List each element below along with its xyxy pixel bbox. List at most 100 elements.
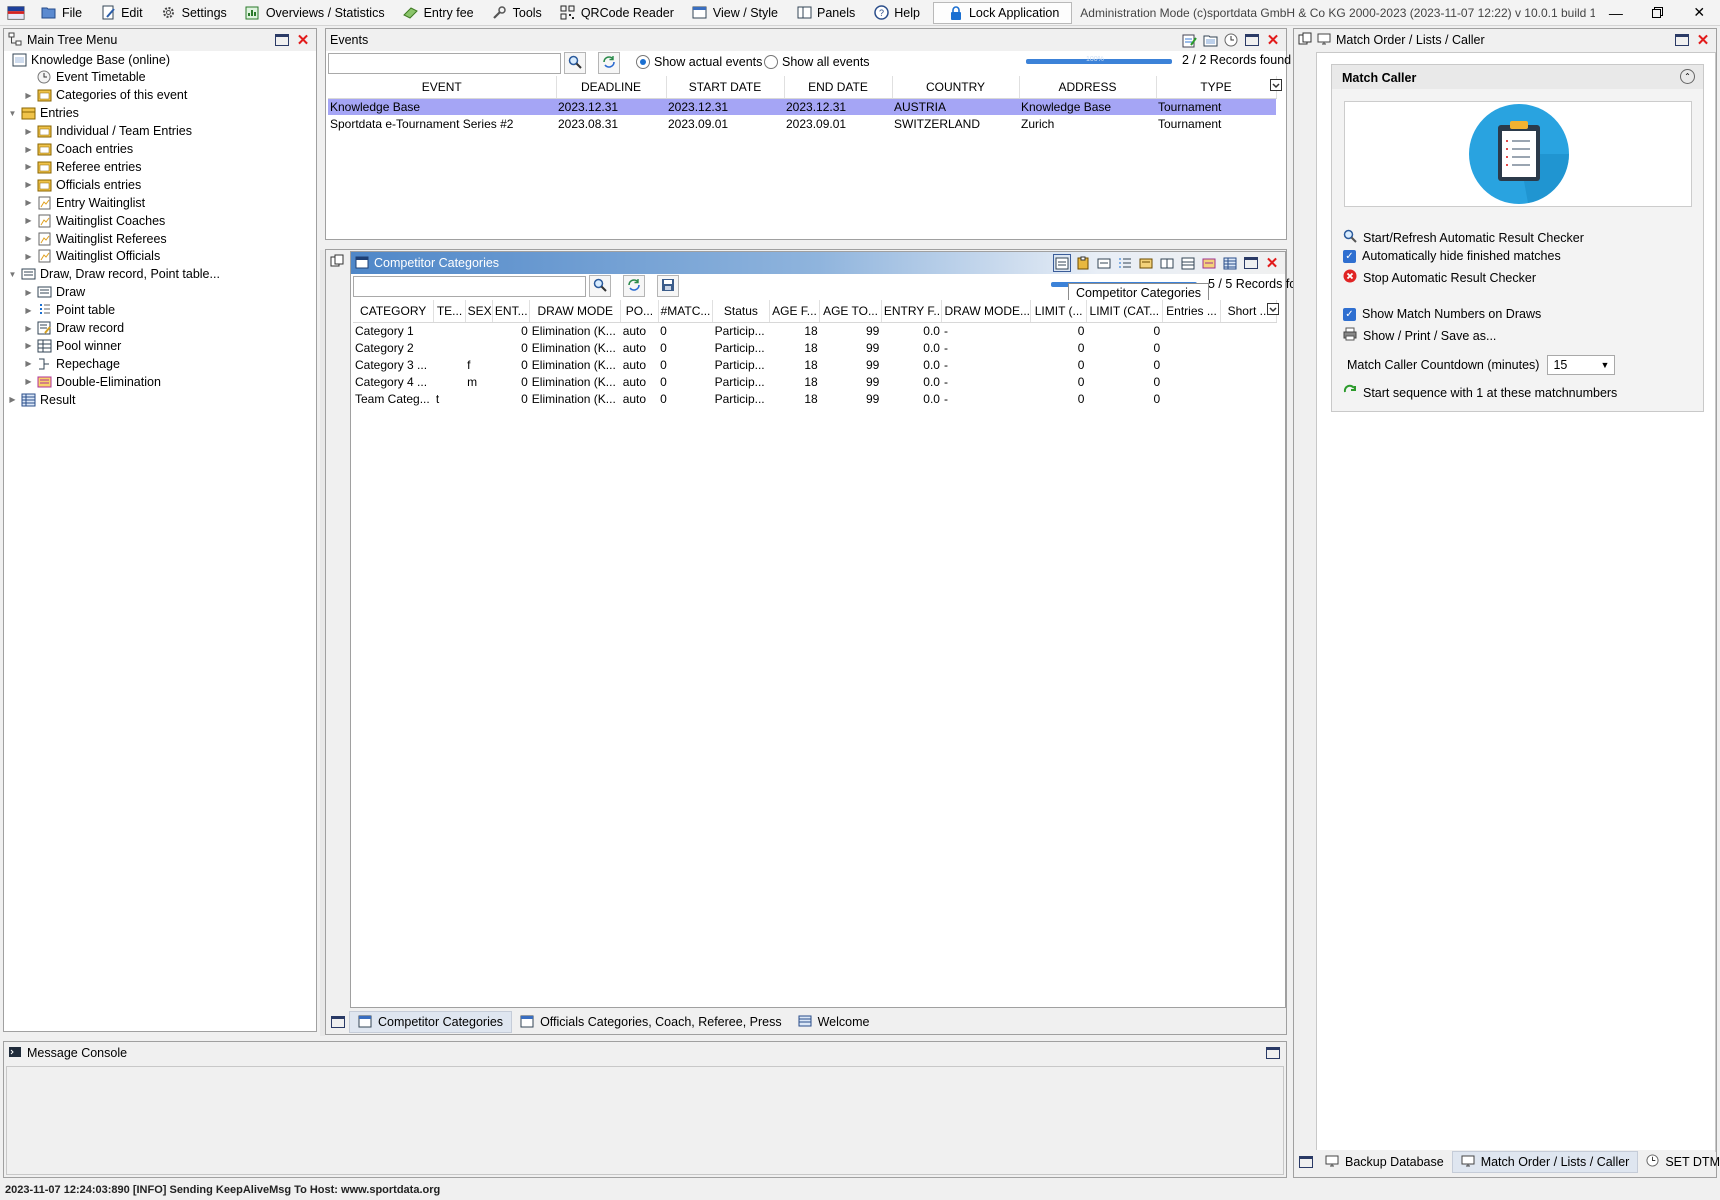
events-column-header[interactable]: ADDRESS <box>1019 76 1157 99</box>
events-column-header[interactable]: EVENT <box>328 76 557 99</box>
table-row[interactable]: Category 4 ... m 0 Elimination (K... auto 0 Pa… <box>353 373 1277 390</box>
maximize-panel-button[interactable] <box>1673 31 1691 49</box>
categories-column-header[interactable]: CATEGORY <box>353 300 435 323</box>
show-all-events-radio[interactable]: Show all events <box>764 55 870 69</box>
menu-file[interactable]: File <box>32 1 91 25</box>
menu-settings[interactable]: Settings <box>152 1 236 25</box>
tree-item-entry-waitinglist[interactable]: ▶ Entry Waitinglist <box>24 194 145 211</box>
float-panel-icon[interactable] <box>330 254 344 271</box>
column-chooser-icon[interactable] <box>1270 79 1282 94</box>
categories-splitter[interactable] <box>320 250 325 1036</box>
start-sequence-action[interactable]: Start sequence with 1 at these matchnumb… <box>1343 384 1617 401</box>
columns-icon[interactable] <box>1158 254 1176 272</box>
expand-arrow-icon[interactable]: ▶ <box>24 306 33 315</box>
tab-backup-database[interactable]: Backup Database <box>1317 1151 1452 1173</box>
tree-item-categories-of-this-event[interactable]: ▶ Categories of this event <box>24 87 187 104</box>
match-caller-show-match-numbers-on-draws[interactable]: ✓ Show Match Numbers on Draws <box>1343 307 1541 321</box>
events-column-header[interactable]: END DATE <box>784 76 893 99</box>
categories-refresh-button[interactable] <box>623 275 645 297</box>
tree-item-event-timetable[interactable]: Event Timetable <box>24 69 146 86</box>
tree-item-repechage[interactable]: ▶ Repechage <box>24 355 120 372</box>
table-row[interactable]: Sportdata e-Tournament Series #2 2023.08.… <box>328 115 1276 132</box>
tab-competitor-categories[interactable]: Competitor Categories <box>349 1011 513 1033</box>
tab-set-dtm[interactable]: SET DTM <box>1638 1151 1720 1173</box>
categories-column-header[interactable]: AGE TO... <box>819 300 882 323</box>
tree-item-draw-record[interactable]: ▶ Draw record <box>24 320 124 337</box>
form-icon[interactable] <box>1095 254 1113 272</box>
colored-list-icon[interactable] <box>1200 254 1218 272</box>
expand-arrow-icon[interactable]: ▶ <box>24 324 33 333</box>
tree-item-referee-entries[interactable]: ▶ Referee entries <box>24 158 141 175</box>
menu-tools[interactable]: Tools <box>483 1 551 25</box>
maximize-panel-button[interactable] <box>1242 254 1260 272</box>
show-actual-events-radio[interactable]: Show actual events <box>636 55 762 69</box>
tree-item-entries[interactable]: ▼ Entries <box>8 105 79 122</box>
match-caller-start-refresh-automatic-result-checker[interactable]: Start/Refresh Automatic Result Checker <box>1343 229 1584 246</box>
events-column-header[interactable]: TYPE <box>1156 76 1277 99</box>
close-window-button[interactable]: ✕ <box>1678 0 1720 26</box>
categories-search-button[interactable] <box>589 275 611 297</box>
tab-officials-categories-coach-referee-press[interactable]: Officials Categories, Coach, Referee, Pr… <box>512 1011 790 1033</box>
close-panel-button[interactable]: ✕ <box>1694 31 1712 49</box>
events-column-header[interactable]: DEADLINE <box>556 76 667 99</box>
events-refresh-button[interactable] <box>598 52 620 74</box>
tree-item-draw[interactable]: ▶ Draw <box>24 284 85 301</box>
clipboard-icon[interactable] <box>1074 254 1092 272</box>
close-panel-button[interactable]: ✕ <box>294 31 312 49</box>
expand-arrow-icon[interactable]: ▶ <box>24 180 33 189</box>
table-row[interactable]: Category 1 0 Elimination (K... auto 0 Partici… <box>353 322 1277 339</box>
table-row[interactable]: Knowledge Base 2023.12.31 2023.12.31 2023.1… <box>328 98 1276 115</box>
menu-overviews-statistics[interactable]: Overviews / Statistics <box>236 1 394 25</box>
tab-match-order-lists-caller[interactable]: Match Order / Lists / Caller <box>1451 1151 1639 1173</box>
tree-item-knowledge-base-online[interactable]: Knowledge Base (online) <box>8 51 170 68</box>
expand-arrow-icon[interactable]: ▶ <box>24 359 33 368</box>
events-column-header[interactable]: COUNTRY <box>892 76 1020 99</box>
tab-welcome[interactable]: Welcome <box>790 1011 878 1033</box>
expand-arrow-icon[interactable]: ▶ <box>24 127 33 136</box>
expand-arrow-icon[interactable]: ▶ <box>24 162 33 171</box>
maximize-panel-button[interactable] <box>273 31 291 49</box>
categories-column-header[interactable]: AGE F... <box>769 300 821 323</box>
menu-edit[interactable]: Edit <box>91 1 152 25</box>
edit-list-icon[interactable] <box>1137 254 1155 272</box>
categories-column-header[interactable]: ENT... <box>492 300 531 323</box>
events-search-input[interactable] <box>328 53 561 74</box>
expand-arrow-icon[interactable]: ▶ <box>24 234 33 243</box>
categories-column-header[interactable]: Entries ... <box>1162 300 1222 323</box>
table-row[interactable]: Category 2 0 Elimination (K... auto 0 Partici… <box>353 339 1277 356</box>
restore-window-button[interactable] <box>1637 0 1679 26</box>
tabbar-maximize-icon[interactable] <box>1295 1151 1317 1173</box>
categories-column-header[interactable]: SEX <box>465 300 493 323</box>
collapse-arrow-icon[interactable]: ▼ <box>8 109 17 118</box>
tree-item-double-elimination[interactable]: ▶ Double-Elimination <box>24 373 161 390</box>
expand-arrow-icon[interactable]: ▶ <box>24 145 33 154</box>
menu-panels[interactable]: Panels <box>787 1 864 25</box>
events-search-button[interactable] <box>564 52 586 74</box>
maximize-panel-button[interactable] <box>1243 31 1261 49</box>
categories-save-button[interactable] <box>657 275 679 297</box>
table-row[interactable]: Category 3 ... f 0 Elimination (K... auto 0 Pa… <box>353 356 1277 373</box>
menu-help[interactable]: ? Help <box>864 1 929 25</box>
categories-column-header[interactable]: LIMIT (CAT... <box>1086 300 1163 323</box>
expand-arrow-icon[interactable]: ▶ <box>24 341 33 350</box>
expand-arrow-icon[interactable]: ▶ <box>24 377 33 386</box>
open-folder-icon[interactable] <box>1201 31 1219 49</box>
categories-column-header[interactable]: PO... <box>620 300 659 323</box>
tree-item-draw-draw-record-point-table[interactable]: ▼ Draw, Draw record, Point table... <box>8 266 220 283</box>
tree-item-waitinglist-officials[interactable]: ▶ Waitinglist Officials <box>24 248 160 265</box>
float-panel-icon[interactable] <box>1298 32 1312 49</box>
categories-column-header[interactable]: #MATC... <box>658 300 714 323</box>
tree-item-waitinglist-coaches[interactable]: ▶ Waitinglist Coaches <box>24 212 165 229</box>
collapse-section-icon[interactable]: ⌃ <box>1680 69 1695 84</box>
edit-event-icon[interactable] <box>1180 31 1198 49</box>
tree-item-pool-winner[interactable]: ▶ Pool winner <box>24 337 121 354</box>
match-caller-automatically-hide-finished-matches[interactable]: ✓ Automatically hide finished matches <box>1343 249 1561 263</box>
collapse-arrow-icon[interactable]: ▼ <box>8 270 17 279</box>
minimize-window-button[interactable]: — <box>1595 0 1637 26</box>
expand-arrow-icon[interactable]: ▶ <box>24 91 33 100</box>
categories-column-header[interactable]: ENTRY F... <box>881 300 943 323</box>
categories-column-header[interactable]: DRAW MODE <box>529 300 622 323</box>
tree-item-officials-entries[interactable]: ▶ Officials entries <box>24 176 141 193</box>
expand-arrow-icon[interactable]: ▶ <box>24 198 33 207</box>
menu-qrcode-reader[interactable]: QRCode Reader <box>551 1 683 25</box>
